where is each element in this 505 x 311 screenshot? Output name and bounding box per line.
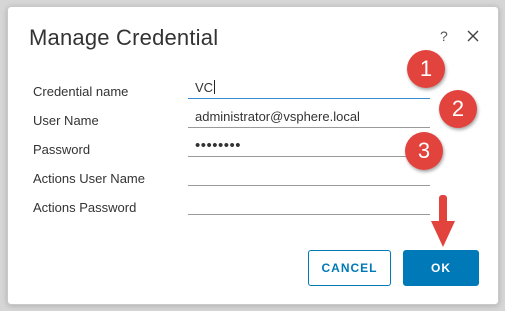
actions-password-label: Actions Password [33,200,137,215]
user-name-input[interactable]: administrator@vsphere.local [188,106,430,128]
ok-button[interactable]: OK [403,250,479,286]
step-marker-3: 3 [405,132,443,170]
text-caret [214,80,216,94]
user-name-label: User Name [33,113,99,128]
close-icon[interactable] [465,28,481,44]
step-marker-1: 1 [407,50,445,88]
user-name-value: administrator@vsphere.local [195,109,360,124]
password-input[interactable]: •••••••• [188,135,430,157]
actions-user-name-input[interactable] [188,164,430,186]
password-value: •••••••• [195,137,242,154]
password-label: Password [33,142,91,157]
arrow-down-icon [431,195,455,247]
actions-user-name-label: Actions User Name [33,171,145,186]
step-marker-2: 2 [439,90,477,128]
cancel-button[interactable]: CANCEL [308,250,391,286]
actions-password-input[interactable] [188,193,430,215]
credential-name-label: Credential name [33,84,129,99]
help-icon[interactable]: ? [440,28,448,44]
credential-name-input[interactable]: VC [188,77,430,99]
dialog-title: Manage Credential [29,25,219,50]
credential-name-value: VC [195,80,214,95]
